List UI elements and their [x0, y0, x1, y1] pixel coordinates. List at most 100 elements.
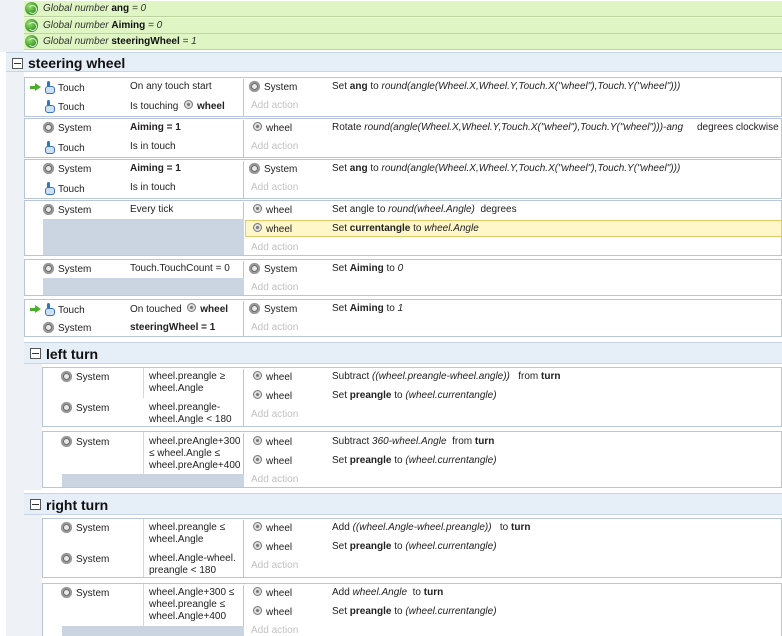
gear-icon [249, 263, 260, 274]
group-header-steering-wheel[interactable]: steering wheel [6, 52, 782, 72]
action-text[interactable]: Set preangle to (wheel.currentangle) [332, 541, 497, 552]
condition-text[interactable]: wheel.preangle-wheel.Angle < 180 [149, 402, 232, 426]
action-text[interactable]: Rotate round(angle(Wheel.X,Wheel.Y,Touch… [332, 122, 779, 133]
global-variable-aiming[interactable]: Global number Aiming = 0 [24, 18, 782, 34]
action-object[interactable]: wheel [253, 541, 292, 553]
action-object[interactable]: wheel [253, 223, 292, 235]
action-text[interactable]: Add wheel.Angle to turn [332, 587, 443, 598]
condition-object[interactable]: System [43, 322, 91, 334]
action-object[interactable]: wheel [253, 122, 292, 134]
collapse-toggle-icon[interactable] [30, 348, 41, 359]
group-indent [24, 364, 42, 490]
condition-text[interactable]: wheel.preangle ≥ wheel.Angle [149, 371, 225, 395]
action-text[interactable]: Set currentangle to wheel.Angle [332, 223, 479, 234]
condition-text[interactable]: Touch.TouchCount = 0 [130, 263, 230, 274]
condition-object[interactable]: Touch [43, 141, 85, 154]
action-text[interactable]: Set preangle to (wheel.currentangle) [332, 455, 497, 466]
touch-icon [43, 303, 55, 316]
action-object[interactable]: wheel [253, 522, 292, 534]
condition-text[interactable]: Aiming = 1 [130, 122, 181, 133]
condition-object[interactable]: System [61, 402, 109, 414]
add-action-link[interactable]: Add action [251, 474, 298, 485]
add-action-link[interactable]: Add action [251, 182, 298, 193]
condition-object[interactable]: System [43, 122, 91, 134]
action-object[interactable]: wheel [253, 455, 292, 467]
condition-text[interactable]: steeringWheel = 1 [130, 322, 215, 333]
gear-icon [43, 322, 54, 333]
touch-icon [43, 182, 55, 195]
condition-object[interactable]: Touch [43, 182, 85, 195]
touch-icon [43, 81, 55, 94]
condition-object[interactable]: System [61, 522, 109, 534]
add-action-link[interactable]: Add action [251, 322, 298, 333]
action-object[interactable]: wheel [253, 371, 292, 383]
add-action-link[interactable]: Add action [251, 100, 298, 111]
condition-object[interactable]: Touch [43, 100, 85, 113]
action-text[interactable]: Set Aiming to 0 [332, 263, 403, 274]
selected-action-row[interactable] [245, 220, 782, 237]
group-header-right-turn[interactable]: right turn [24, 493, 782, 515]
condition-padding [43, 278, 244, 295]
condition-object[interactable]: System [61, 553, 109, 565]
action-text[interactable]: Subtract ((wheel.preangle-wheel.angle)) … [332, 371, 560, 382]
group-header-left-turn[interactable]: left turn [24, 342, 782, 364]
action-text[interactable]: Set preangle to (wheel.currentangle) [332, 606, 497, 617]
action-text[interactable]: Subtract 360-wheel.Angle from turn [332, 436, 494, 447]
condition-object[interactable]: Touch [43, 81, 85, 94]
condition-object[interactable]: Touch [43, 303, 85, 316]
action-text[interactable]: Set preangle to (wheel.currentangle) [332, 390, 497, 401]
condition-text[interactable]: wheel.Angle-wheel. preangle < 180 [149, 553, 236, 577]
action-object[interactable]: wheel [253, 436, 292, 448]
group-indent [24, 515, 42, 636]
condition-object[interactable]: System [61, 587, 109, 599]
sprite-icon [253, 223, 262, 232]
gear-icon [249, 303, 260, 314]
condition-text[interactable]: Every tick [130, 204, 173, 215]
add-action-link[interactable]: Add action [251, 141, 298, 152]
condition-text[interactable]: Is in touch [130, 141, 176, 152]
condition-padding [43, 219, 244, 255]
condition-object[interactable]: System [43, 263, 91, 275]
add-action-link[interactable]: Add action [251, 409, 298, 420]
action-text[interactable]: Set Aiming to 1 [332, 303, 403, 314]
action-object[interactable]: wheel [253, 204, 292, 216]
condition-text[interactable]: wheel.preangle ≤ wheel.Angle [149, 522, 225, 546]
add-action-link[interactable]: Add action [251, 625, 298, 636]
global-variable-ang[interactable]: Global number ang = 0 [24, 1, 782, 17]
action-object[interactable]: System [249, 81, 297, 93]
action-text[interactable]: Set angle to round(wheel.Angle) degrees [332, 204, 517, 215]
sprite-icon [253, 436, 262, 445]
add-action-link[interactable]: Add action [251, 560, 298, 571]
action-object[interactable]: wheel [253, 587, 292, 599]
condition-text[interactable]: Is touching wheel [130, 100, 225, 112]
global-variable-steeringwheel[interactable]: Global number steeringWheel = 1 [24, 34, 782, 50]
action-object[interactable]: System [249, 163, 297, 175]
condition-object[interactable]: System [61, 436, 109, 448]
condition-object[interactable]: System [43, 163, 91, 175]
action-text[interactable]: Set ang to round(angle(Wheel.X,Wheel.Y,T… [332, 163, 680, 174]
collapse-toggle-icon[interactable] [12, 58, 23, 69]
collapse-toggle-icon[interactable] [30, 499, 41, 510]
add-action-link[interactable]: Add action [251, 242, 298, 253]
condition-object[interactable]: System [61, 371, 109, 383]
gear-icon [61, 436, 72, 447]
add-action-link[interactable]: Add action [251, 282, 298, 293]
globe-icon [25, 2, 38, 15]
sprite-icon [253, 541, 262, 550]
condition-text[interactable]: wheel.preAngle+300 ≤ wheel.Angle ≤ wheel.p… [149, 436, 240, 472]
condition-text[interactable]: wheel.Angle+300 ≤ wheel.preangle ≤ wheel.A… [149, 587, 234, 623]
sprite-icon [253, 606, 262, 615]
action-object[interactable]: System [249, 263, 297, 275]
action-object[interactable]: wheel [253, 390, 292, 402]
condition-text[interactable]: Aiming = 1 [130, 163, 181, 174]
condition-text[interactable]: On touched wheel [130, 303, 228, 315]
condition-object[interactable]: System [43, 204, 91, 216]
sprite-icon [253, 204, 262, 213]
condition-text[interactable]: On any touch start [130, 81, 212, 92]
action-object[interactable]: wheel [253, 606, 292, 618]
action-object[interactable]: System [249, 303, 297, 315]
action-text[interactable]: Set ang to round(angle(Wheel.X,Wheel.Y,T… [332, 81, 680, 92]
gear-icon [61, 522, 72, 533]
action-text[interactable]: Add ((wheel.Angle-wheel.preangle)) to tu… [332, 522, 530, 533]
condition-text[interactable]: Is in touch [130, 182, 176, 193]
